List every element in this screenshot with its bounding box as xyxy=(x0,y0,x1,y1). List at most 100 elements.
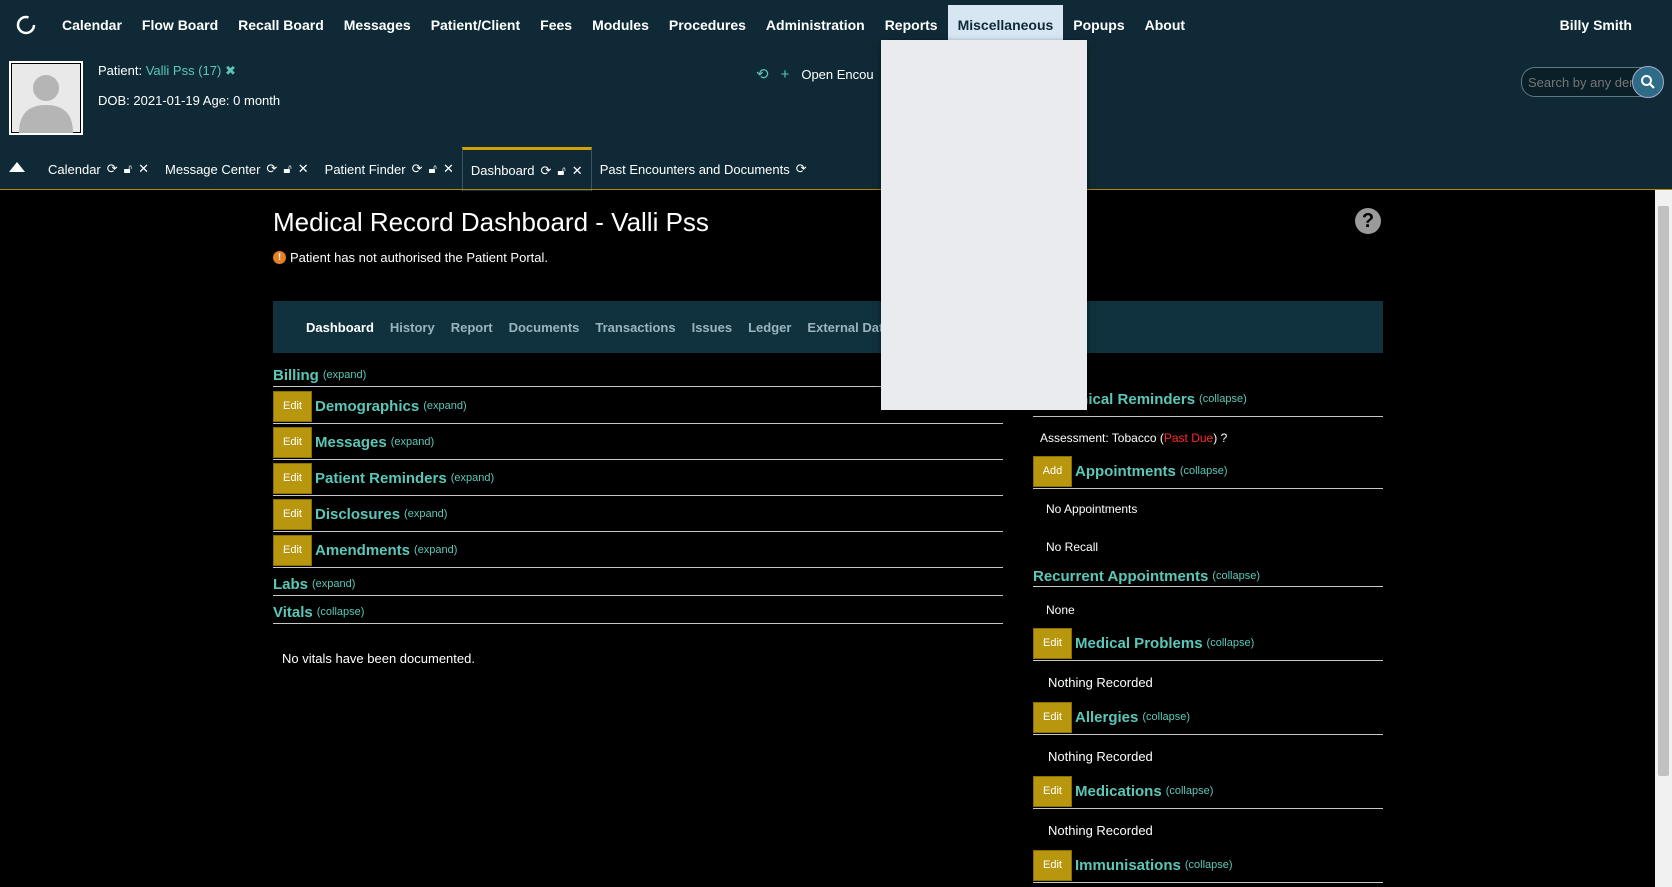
immunisations-title[interactable]: Immunisations xyxy=(1075,857,1181,874)
appointments-add-button[interactable]: Add xyxy=(1033,455,1072,487)
subnav-ledger[interactable]: Ledger xyxy=(748,320,791,335)
tab-message-center[interactable]: Message Center ⟳ 🔓︎ ✕ xyxy=(157,148,317,190)
unlock-icon[interactable]: 🔓︎ xyxy=(124,161,132,177)
tab-dashboard[interactable]: Dashboard ⟳ 🔓︎ ✕ xyxy=(461,147,592,191)
patient-name-link[interactable]: Valli Pss (17) xyxy=(146,63,222,78)
nav-administration[interactable]: Administration xyxy=(756,5,875,45)
search-input[interactable] xyxy=(1526,74,1638,91)
unlock-icon[interactable]: 🔓︎ xyxy=(557,163,565,179)
messages-toggle[interactable]: (expand) xyxy=(391,436,434,448)
nav-messages[interactable]: Messages xyxy=(334,5,421,45)
amendments-edit-button[interactable]: Edit xyxy=(273,534,312,566)
amendments-toggle[interactable]: (expand) xyxy=(414,544,457,556)
nav-patient-client[interactable]: Patient/Client xyxy=(421,5,530,45)
assessment-help[interactable]: ? xyxy=(1221,431,1228,445)
vitals-title[interactable]: Vitals xyxy=(273,604,313,621)
nav-miscellaneous[interactable]: Miscellaneous xyxy=(947,5,1064,45)
appointments-toggle[interactable]: (collapse) xyxy=(1180,465,1228,477)
close-icon[interactable]: ✕ xyxy=(298,161,309,177)
amendments-section: Edit Amendments (expand) xyxy=(273,533,1003,568)
clinical-reminders-title[interactable]: inical Reminders xyxy=(1075,391,1195,408)
allergies-title[interactable]: Allergies xyxy=(1075,709,1138,726)
close-icon[interactable]: ✕ xyxy=(443,161,454,177)
allergies-toggle[interactable]: (collapse) xyxy=(1142,711,1190,723)
page-scrollbar[interactable] xyxy=(1655,190,1672,887)
help-icon[interactable]: ? xyxy=(1355,208,1381,234)
medications-empty-text: Nothing Recorded xyxy=(1048,823,1153,838)
messages-section: Edit Messages (expand) xyxy=(273,425,1003,460)
vitals-toggle[interactable]: (collapse) xyxy=(317,606,365,618)
immunisations-toggle[interactable]: (collapse) xyxy=(1185,859,1233,871)
subnav-documents[interactable]: Documents xyxy=(509,320,580,335)
disclosures-edit-button[interactable]: Edit xyxy=(273,498,312,530)
nav-calendar[interactable]: Calendar xyxy=(52,5,132,45)
unlock-icon[interactable]: 🔓︎ xyxy=(283,161,291,177)
nav-fees[interactable]: Fees xyxy=(530,5,582,45)
problems-title[interactable]: Medical Problems xyxy=(1075,635,1203,652)
subnav-dashboard[interactable]: Dashboard xyxy=(306,320,374,335)
nav-procedures[interactable]: Procedures xyxy=(659,5,756,45)
allergies-empty-text: Nothing Recorded xyxy=(1048,749,1153,764)
nav-about[interactable]: About xyxy=(1135,5,1195,45)
demographics-edit-button[interactable]: Edit xyxy=(273,390,312,422)
labs-toggle[interactable]: (expand) xyxy=(312,578,355,590)
reminders-toggle[interactable]: (expand) xyxy=(451,472,494,484)
user-menu[interactable]: Billy Smith xyxy=(1560,0,1632,50)
refresh-icon[interactable]: ⟳ xyxy=(796,161,807,177)
immunisations-edit-button[interactable]: Edit xyxy=(1033,849,1072,881)
nav-recall-board[interactable]: Recall Board xyxy=(228,5,334,45)
demographics-toggle[interactable]: (expand) xyxy=(423,400,466,412)
labs-title[interactable]: Labs xyxy=(273,576,308,593)
disclosures-title[interactable]: Disclosures xyxy=(315,506,400,523)
open-encounter-link[interactable]: Open Encou xyxy=(801,67,873,82)
close-icon[interactable]: ✕ xyxy=(138,161,149,177)
unlock-icon[interactable]: 🔓︎ xyxy=(429,161,437,177)
nav-popups[interactable]: Popups xyxy=(1063,5,1134,45)
messages-title[interactable]: Messages xyxy=(315,434,387,451)
plus-icon[interactable]: + xyxy=(781,66,790,83)
medications-toggle[interactable]: (collapse) xyxy=(1166,785,1214,797)
subnav-issues[interactable]: Issues xyxy=(692,320,732,335)
subnav-transactions[interactable]: Transactions xyxy=(595,320,675,335)
tab-calendar[interactable]: Calendar ⟳ 🔓︎ ✕ xyxy=(40,148,157,190)
miscellaneous-dropdown-menu[interactable] xyxy=(881,40,1087,410)
medications-title[interactable]: Medications xyxy=(1075,783,1162,800)
allergies-edit-button[interactable]: Edit xyxy=(1033,701,1072,733)
reminders-title[interactable]: Patient Reminders xyxy=(315,470,447,487)
billing-toggle[interactable]: (expand) xyxy=(323,369,366,381)
history-icon[interactable]: ⟲ xyxy=(756,65,769,83)
app-logo-icon[interactable] xyxy=(12,11,40,39)
nav-reports[interactable]: Reports xyxy=(875,5,948,45)
subnav-report[interactable]: Report xyxy=(451,320,493,335)
recurrent-toggle[interactable]: (collapse) xyxy=(1212,570,1260,582)
scrollbar-thumb[interactable] xyxy=(1658,206,1669,776)
refresh-icon[interactable]: ⟳ xyxy=(266,161,277,177)
nav-flow-board[interactable]: Flow Board xyxy=(132,5,228,45)
refresh-icon[interactable]: ⟳ xyxy=(540,163,551,179)
search-button[interactable] xyxy=(1632,66,1664,98)
subnav-external-data[interactable]: External Data xyxy=(807,320,890,335)
medications-edit-button[interactable]: Edit xyxy=(1033,775,1072,807)
clinical-reminders-toggle[interactable]: (collapse) xyxy=(1199,393,1247,405)
recurrent-title[interactable]: Recurrent Appointments xyxy=(1033,568,1208,585)
vitals-section: Vitals (collapse) xyxy=(273,601,1003,624)
appointments-title[interactable]: Appointments xyxy=(1075,463,1176,480)
messages-edit-button[interactable]: Edit xyxy=(273,426,312,458)
nav-modules[interactable]: Modules xyxy=(582,5,659,45)
subnav-history[interactable]: History xyxy=(390,320,435,335)
amendments-title[interactable]: Amendments xyxy=(315,542,410,559)
reminders-edit-button[interactable]: Edit xyxy=(273,462,312,494)
tab-patient-finder[interactable]: Patient Finder ⟳ 🔓︎ ✕ xyxy=(317,148,462,190)
refresh-icon[interactable]: ⟳ xyxy=(412,161,423,177)
close-patient-icon[interactable]: ✖ xyxy=(225,63,236,78)
demographics-title[interactable]: Demographics xyxy=(315,398,419,415)
refresh-icon[interactable]: ⟳ xyxy=(107,161,118,177)
collapse-header-icon[interactable] xyxy=(8,160,28,178)
disclosures-toggle[interactable]: (expand) xyxy=(404,508,447,520)
patient-label: Patient: xyxy=(98,63,143,78)
problems-toggle[interactable]: (collapse) xyxy=(1207,637,1255,649)
tab-past-encounters[interactable]: Past Encounters and Documents ⟳ xyxy=(592,148,815,190)
billing-title[interactable]: Billing xyxy=(273,367,319,384)
close-icon[interactable]: ✕ xyxy=(572,163,583,179)
problems-edit-button[interactable]: Edit xyxy=(1033,627,1072,659)
